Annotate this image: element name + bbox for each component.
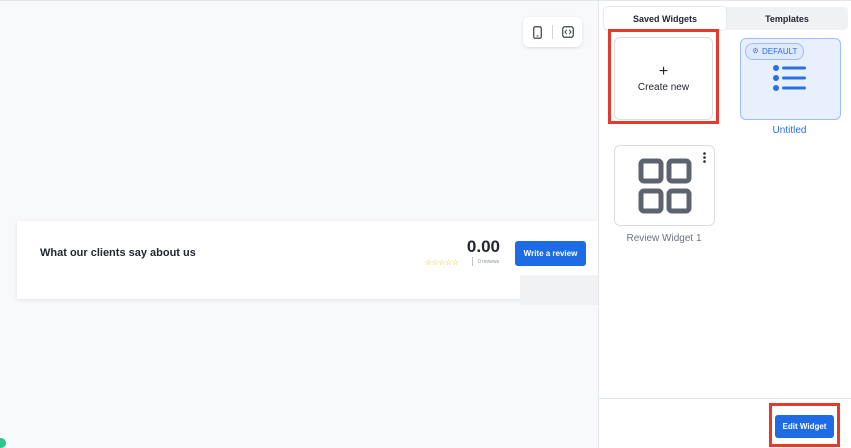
reviews-count: 0 reviews — [478, 259, 500, 265]
gear-icon — [752, 47, 759, 56]
default-widget-name[interactable]: Untitled — [740, 125, 839, 136]
code-icon[interactable] — [560, 24, 576, 40]
rating-score: 0.00 — [466, 237, 500, 256]
default-badge: DEFAULT — [745, 43, 805, 60]
write-review-button[interactable]: Write a review — [515, 241, 586, 266]
rating-divider — [472, 257, 473, 266]
grid-icon — [638, 158, 692, 219]
widget-heading: What our clients say about us — [40, 247, 196, 259]
star-rating: ☆☆☆☆☆ — [425, 258, 459, 267]
highlight-box-edit — [769, 403, 840, 447]
device-toggle — [523, 17, 582, 47]
list-icon — [773, 64, 809, 97]
review-widget-preview: What our clients say about us 0.00 ☆☆☆☆☆… — [17, 221, 598, 299]
widget-side-panel: Saved Widgets Templates + Create new DEF… — [598, 1, 851, 448]
default-widget-card[interactable]: DEFAULT — [740, 38, 841, 120]
review-widget-card[interactable] — [614, 145, 715, 226]
highlight-box-create — [608, 29, 719, 124]
panel-tabs: Saved Widgets Templates — [604, 7, 848, 30]
tab-templates[interactable]: Templates — [726, 7, 848, 30]
mobile-icon[interactable] — [529, 24, 545, 40]
preview-overlay-strip — [520, 275, 600, 305]
default-badge-label: DEFAULT — [762, 47, 798, 56]
panel-footer-divider — [599, 398, 851, 399]
widget-preview-area: What our clients say about us 0.00 ☆☆☆☆☆… — [0, 1, 600, 448]
tab-saved-widgets[interactable]: Saved Widgets — [604, 7, 726, 30]
kebab-menu-icon[interactable] — [703, 152, 706, 163]
review-widget-name[interactable]: Review Widget 1 — [609, 233, 719, 244]
toggle-divider — [552, 25, 553, 39]
